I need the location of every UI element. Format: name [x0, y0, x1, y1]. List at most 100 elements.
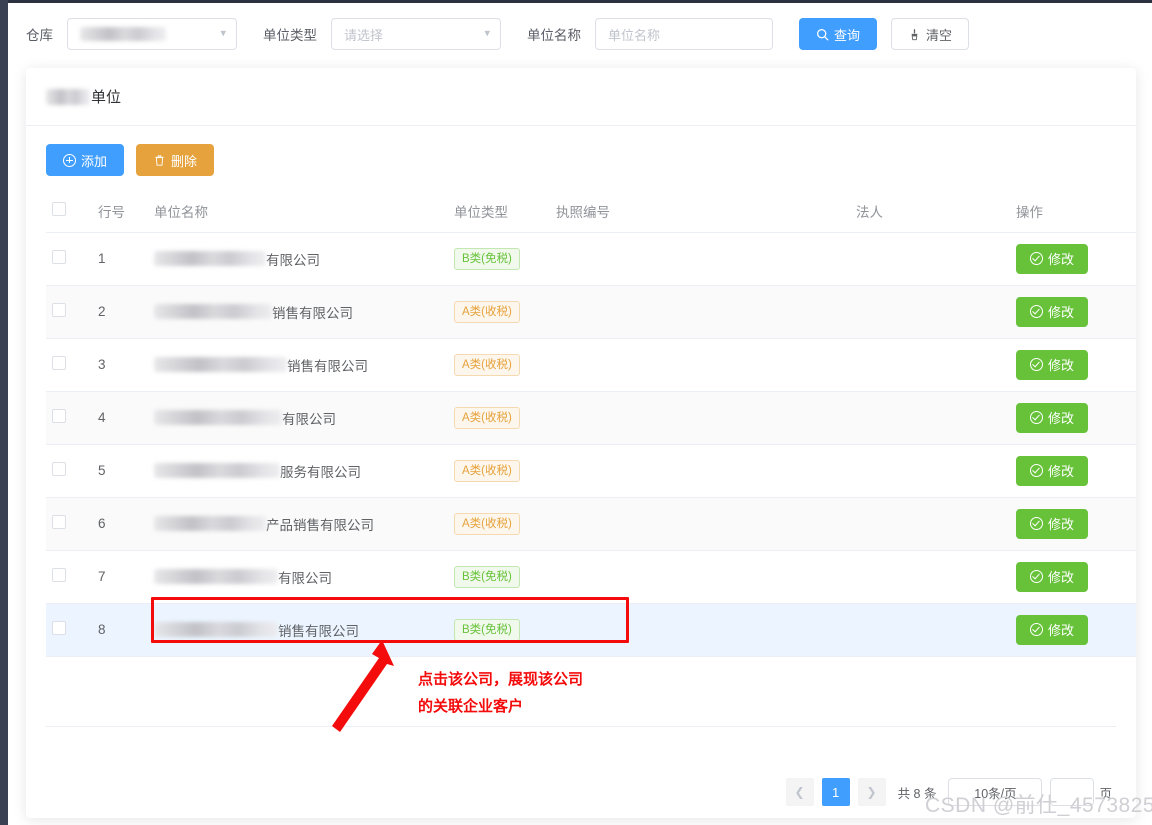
status-badge: A类(收税) [454, 301, 520, 323]
unit-name-input[interactable]: 单位名称 [595, 18, 773, 50]
warehouse-label: 仓库 [26, 24, 53, 44]
row-action-cell: 修改 [1010, 232, 1136, 285]
prev-page-button[interactable]: ❮ [786, 778, 814, 806]
unit-name-redacted [154, 357, 287, 372]
warehouse-selected-value-redacted [80, 27, 166, 41]
row-unit-name[interactable]: 有限公司 [148, 232, 448, 285]
row-select-cell [46, 444, 92, 497]
check-circle-icon [1030, 305, 1043, 318]
table-row[interactable]: 5服务有限公司A类(收税)修改 [46, 444, 1136, 497]
row-unit-name[interactable]: 有限公司 [148, 550, 448, 603]
check-circle-icon [1030, 252, 1043, 265]
next-page-button[interactable]: ❯ [858, 778, 886, 806]
row-checkbox[interactable] [52, 621, 66, 635]
edit-button[interactable]: 修改 [1016, 562, 1088, 592]
edit-button-label: 修改 [1048, 461, 1074, 480]
query-button[interactable]: 查询 [799, 18, 877, 50]
edit-button[interactable]: 修改 [1016, 615, 1088, 645]
table-head: 行号 单位名称 单位类型 执照编号 法人 操作 [46, 190, 1136, 232]
table-row[interactable]: 2销售有限公司A类(收税)修改 [46, 285, 1136, 338]
status-badge: A类(收税) [454, 354, 520, 376]
card-body: 添加 删除 [26, 126, 1136, 657]
clear-button[interactable]: 清空 [891, 18, 969, 50]
edit-button[interactable]: 修改 [1016, 244, 1088, 274]
add-button[interactable]: 添加 [46, 144, 124, 176]
unit-name-suffix: 有限公司 [282, 408, 336, 428]
page-jump-input[interactable] [1050, 778, 1094, 806]
chevron-down-icon: ▾ [220, 29, 226, 40]
column-header-legal: 法人 [850, 190, 1010, 232]
row-unit-name[interactable]: 服务有限公司 [148, 444, 448, 497]
column-header-license: 执照编号 [550, 190, 850, 232]
edit-button[interactable]: 修改 [1016, 297, 1088, 327]
status-badge: A类(收税) [454, 513, 520, 535]
edit-button[interactable]: 修改 [1016, 403, 1088, 433]
row-checkbox[interactable] [52, 568, 66, 582]
unit-name-suffix: 产品销售有限公司 [266, 514, 374, 534]
check-circle-icon [1030, 623, 1043, 636]
edit-button[interactable]: 修改 [1016, 456, 1088, 486]
row-unit-name[interactable]: 有限公司 [148, 391, 448, 444]
page-title-label: 单位 [91, 86, 121, 107]
select-all-cell [46, 190, 92, 232]
search-icon [816, 28, 829, 41]
page-jump-suffix: 页 [1099, 783, 1112, 802]
unit-name-suffix: 销售有限公司 [272, 302, 353, 322]
table-row[interactable]: 6产品销售有限公司A类(收税)修改 [46, 497, 1136, 550]
select-all-checkbox[interactable] [52, 202, 66, 216]
row-checkbox[interactable] [52, 356, 66, 370]
page-size-select[interactable]: 10条/页 [948, 778, 1042, 806]
row-unit-type: B类(免税) [448, 550, 550, 603]
column-header-type: 单位类型 [448, 190, 550, 232]
row-select-cell [46, 550, 92, 603]
row-legal-person [850, 444, 1010, 497]
table-row[interactable]: 7有限公司B类(免税)修改 [46, 550, 1136, 603]
delete-button[interactable]: 删除 [136, 144, 214, 176]
row-action-cell: 修改 [1010, 603, 1136, 656]
row-select-cell [46, 391, 92, 444]
row-license [550, 285, 850, 338]
table-row[interactable]: 8销售有限公司B类(免税)修改 [46, 603, 1136, 656]
row-checkbox[interactable] [52, 409, 66, 423]
row-legal-person [850, 497, 1010, 550]
edit-button[interactable]: 修改 [1016, 509, 1088, 539]
unit-table: 行号 单位名称 单位类型 执照编号 法人 操作 1有限公司B类(免税)修改2销售… [46, 190, 1136, 657]
row-unit-type: B类(免税) [448, 232, 550, 285]
row-legal-person [850, 603, 1010, 656]
table-body: 1有限公司B类(免税)修改2销售有限公司A类(收税)修改3销售有限公司A类(收税… [46, 232, 1136, 656]
edit-button[interactable]: 修改 [1016, 350, 1088, 380]
row-license [550, 391, 850, 444]
row-unit-type: A类(收税) [448, 444, 550, 497]
unit-name-redacted [154, 622, 278, 637]
row-unit-name[interactable]: 产品销售有限公司 [148, 497, 448, 550]
unit-name-placeholder: 单位名称 [608, 25, 660, 44]
page-number-1[interactable]: 1 [822, 778, 850, 806]
unit-type-select[interactable]: 请选择 ▾ [331, 18, 501, 50]
row-license [550, 232, 850, 285]
column-header-action: 操作 [1010, 190, 1136, 232]
row-checkbox[interactable] [52, 462, 66, 476]
unit-name-redacted [154, 463, 280, 478]
table-row[interactable]: 4有限公司A类(收税)修改 [46, 391, 1136, 444]
unit-name-label: 单位名称 [527, 24, 581, 44]
row-checkbox[interactable] [52, 250, 66, 264]
row-license [550, 338, 850, 391]
row-index: 8 [92, 603, 148, 656]
table-row[interactable]: 1有限公司B类(免税)修改 [46, 232, 1136, 285]
row-checkbox[interactable] [52, 515, 66, 529]
table-row[interactable]: 3销售有限公司A类(收税)修改 [46, 338, 1136, 391]
row-unit-name[interactable]: 销售有限公司 [148, 285, 448, 338]
row-legal-person [850, 391, 1010, 444]
row-checkbox[interactable] [52, 303, 66, 317]
warehouse-select[interactable]: ▾ [67, 18, 237, 50]
trash-icon [153, 154, 166, 167]
check-circle-icon [1030, 358, 1043, 371]
check-circle-icon [1030, 570, 1043, 583]
row-unit-type: A类(收税) [448, 391, 550, 444]
clear-button-label: 清空 [926, 25, 952, 44]
row-unit-name[interactable]: 销售有限公司 [148, 603, 448, 656]
column-header-name: 单位名称 [148, 190, 448, 232]
unit-type-placeholder: 请选择 [344, 25, 383, 44]
unit-name-suffix: 有限公司 [266, 249, 320, 269]
row-unit-name[interactable]: 销售有限公司 [148, 338, 448, 391]
